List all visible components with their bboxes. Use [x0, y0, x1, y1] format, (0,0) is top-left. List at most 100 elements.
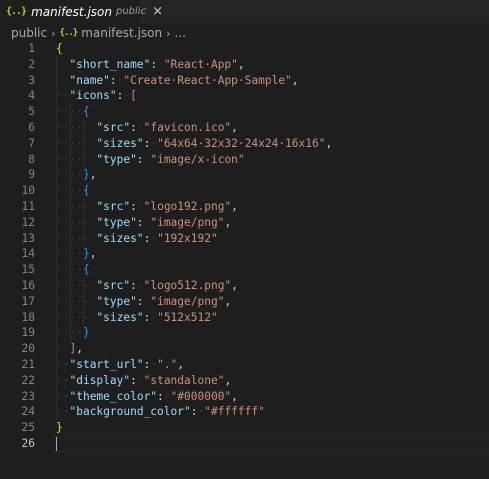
- code-token: :: [130, 200, 137, 213]
- line-code: ······"sizes":·"192x192": [56, 231, 218, 247]
- whitespace-marker: ······: [56, 279, 97, 292]
- code-token: ,: [237, 57, 245, 71]
- whitespace-marker: ·: [136, 200, 144, 213]
- code-token: "display": [69, 373, 131, 387]
- tab-title: manifest.json: [31, 4, 112, 19]
- breadcrumb-file[interactable]: manifest.json: [81, 26, 162, 40]
- code-token: :: [136, 294, 144, 308]
- close-icon[interactable]: ×: [152, 5, 163, 18]
- whitespace-marker: ·: [136, 279, 144, 292]
- code-line[interactable]: 16 ······"src":·"logo512.png",: [0, 278, 489, 294]
- code-line[interactable]: 4 ··"icons":·[: [0, 88, 489, 104]
- code-line[interactable]: 12 ······"type":·"image/png",: [0, 215, 489, 231]
- code-token: [: [130, 89, 137, 103]
- whitespace-marker: ··: [56, 342, 70, 356]
- code-line[interactable]: 24 ··"background_color":·"#ffffff": [0, 404, 489, 420]
- code-token: ,: [224, 294, 232, 308]
- line-number: 16: [21, 279, 35, 292]
- breadcrumb-symbols[interactable]: ...: [175, 26, 186, 40]
- code-token: "image/png": [150, 294, 225, 308]
- code-line[interactable]: 5 ····{: [0, 104, 489, 120]
- code-token: ".": [157, 358, 178, 371]
- code-token: ,: [231, 200, 238, 213]
- code-line[interactable]: 1{: [0, 41, 489, 57]
- text-cursor: [56, 437, 57, 451]
- whitespace-marker: ······: [56, 294, 97, 308]
- code-line[interactable]: 21 ··"start_url":·".",: [0, 357, 489, 373]
- line-number: 9: [28, 168, 35, 182]
- chevron-right-icon: ›: [166, 26, 171, 40]
- code-token: {: [82, 184, 90, 198]
- code-line[interactable]: 2 ··"short_name":·"React·App",: [0, 57, 489, 73]
- code-line[interactable]: 15 ····{: [0, 262, 489, 278]
- line-number: 13: [21, 231, 35, 245]
- whitespace-marker: ··: [56, 405, 70, 419]
- code-line[interactable]: 17 ······"type":·"image/png",: [0, 294, 489, 310]
- code-token: {: [82, 105, 90, 119]
- line-code: ····}: [56, 325, 90, 341]
- line-number: 11: [21, 200, 35, 213]
- code-token: ,: [231, 121, 238, 134]
- line-number: 25: [21, 421, 35, 435]
- code-token: :: [109, 73, 117, 87]
- line-code: {: [56, 41, 63, 57]
- line-code: ····},: [56, 246, 96, 262]
- line-code: ··"name":·"Create·React·App·Sample",: [56, 73, 299, 89]
- code-line[interactable]: 11 ······"src":·"logo192.png",: [0, 199, 489, 215]
- line-code: ··"theme_color":·"#000000",: [56, 389, 238, 405]
- code-token: "background_color": [69, 405, 191, 419]
- code-line[interactable]: 7 ······"sizes":·"64x64·32x32·24x24·16x16…: [0, 136, 489, 152]
- code-token: ,: [231, 279, 238, 292]
- line-number: 15: [21, 263, 35, 277]
- breadcrumb-folder[interactable]: public: [11, 26, 47, 40]
- code-token: ,: [325, 136, 333, 150]
- line-code: ··"short_name":·"React·App",: [56, 57, 245, 73]
- code-line[interactable]: 13 ······"sizes":·"192x192": [0, 231, 489, 247]
- code-line[interactable]: 3 ··"name":·"Create·React·App·Sample",: [0, 73, 489, 89]
- line-code: ··"icons":·[: [56, 88, 137, 104]
- code-token: "short_name": [69, 57, 151, 71]
- whitespace-marker: ··: [56, 57, 70, 71]
- line-number: 3: [28, 73, 35, 87]
- line-number: 7: [28, 136, 35, 150]
- line-number: 10: [21, 184, 35, 198]
- code-token: "64x64·32x32·24x24·16x16": [157, 136, 326, 150]
- line-number: 17: [21, 294, 35, 308]
- code-token: ,: [89, 247, 97, 261]
- code-token: "sizes": [96, 310, 144, 324]
- code-token: "192x192": [157, 231, 218, 245]
- json-file-icon: {..}: [59, 28, 79, 38]
- line-number: 8: [28, 152, 35, 166]
- line-number: 1: [28, 42, 35, 55]
- code-editor[interactable]: 1{2 ··"short_name":·"React·App", 3 ··"name"…: [0, 40, 489, 479]
- code-token: "logo192.png": [143, 200, 232, 213]
- whitespace-marker: ·: [136, 373, 144, 387]
- code-line[interactable]: 22 ··"display":·"standalone",: [0, 373, 489, 389]
- indent-guide: [69, 104, 71, 342]
- tab-manifest-json[interactable]: {..} manifest.json public ×: [0, 0, 163, 23]
- code-line[interactable]: 20 ··],: [0, 341, 489, 357]
- code-line[interactable]: 6 ······"src":·"favicon.ico",: [0, 120, 489, 136]
- code-line[interactable]: 23 ··"theme_color":·"#000000",: [0, 389, 489, 405]
- code-token: "src": [96, 200, 131, 213]
- code-token: "favicon.ico": [143, 121, 232, 134]
- code-token: "type": [96, 294, 137, 308]
- code-line[interactable]: 19 ····}: [0, 325, 489, 341]
- whitespace-marker: ··: [56, 73, 70, 87]
- code-line[interactable]: 14 ····},: [0, 246, 489, 262]
- code-line[interactable]: 8 ······"type":·"image/x-icon": [0, 152, 489, 168]
- code-line[interactable]: 25}: [0, 420, 489, 436]
- whitespace-marker: ·: [136, 121, 144, 134]
- code-token: :: [136, 152, 144, 166]
- code-token: "theme_color": [69, 389, 158, 403]
- code-line[interactable]: 9 ····},: [0, 167, 489, 183]
- line-code: ····{: [56, 104, 90, 120]
- code-token: "src": [96, 279, 131, 292]
- code-token: ,: [231, 389, 238, 403]
- code-line[interactable]: 10 ····{: [0, 183, 489, 199]
- line-code: ··],: [56, 341, 83, 357]
- code-token: }: [82, 168, 90, 182]
- line-code: ······"type":·"image/x-icon": [56, 152, 245, 168]
- code-line[interactable]: 26: [0, 436, 489, 452]
- code-line[interactable]: 18 ······"sizes":·"512x512": [0, 310, 489, 326]
